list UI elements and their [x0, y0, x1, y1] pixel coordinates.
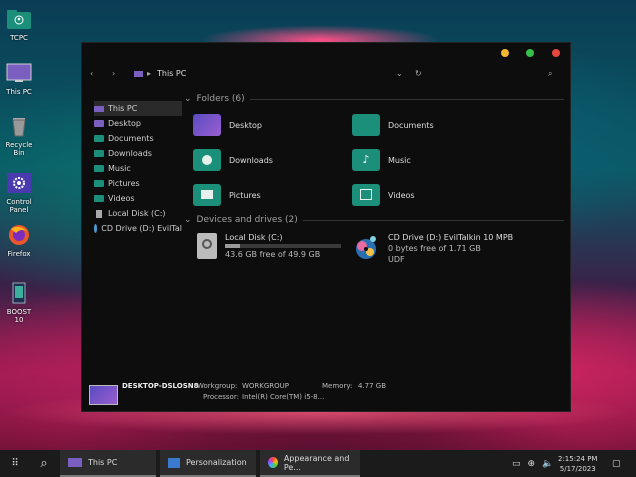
- taskbar: ⠿ ⌕ This PC Personalization Appearance a…: [0, 450, 636, 477]
- close-button[interactable]: [552, 49, 560, 57]
- pictures-folder-icon: [193, 184, 221, 206]
- folder-icon: [94, 165, 104, 172]
- desktop-icon-tcpc[interactable]: TCPC: [2, 8, 36, 42]
- workgroup-value: WORKGROUP: [242, 382, 290, 390]
- folder-documents[interactable]: Documents: [352, 114, 434, 136]
- folder-videos[interactable]: Videos: [352, 184, 415, 206]
- folder-pictures[interactable]: Pictures: [193, 184, 261, 206]
- taskbar-app-this-pc[interactable]: This PC: [60, 450, 156, 477]
- desktop-icon-control-panel[interactable]: Control Panel: [2, 172, 36, 214]
- search-icon[interactable]: ⌕: [34, 450, 54, 477]
- gear-icon: [7, 173, 31, 193]
- chevron-down-icon: ⌄: [184, 215, 192, 225]
- downloads-folder-icon: [193, 149, 221, 171]
- drive-icon: [96, 209, 102, 218]
- navigation-pane: This PC Desktop Documents Downloads Musi…: [94, 101, 182, 236]
- section-divider: [249, 98, 564, 100]
- color-wheel-icon: [268, 457, 278, 468]
- sidebar-item-this-pc[interactable]: This PC: [94, 101, 182, 116]
- monitor-icon: [94, 105, 104, 112]
- sidebar-item-videos[interactable]: Videos: [94, 191, 182, 206]
- taskbar-app-personalization[interactable]: Personalization: [160, 450, 256, 477]
- details-pane: DESKTOP-DSLOSN8 Workgroup: WORKGROUP Mem…: [82, 381, 570, 411]
- desktop-icon-label: Firefox: [7, 250, 31, 258]
- sidebar-item-documents[interactable]: Documents: [94, 131, 182, 146]
- desktop-icon-label: BOOST 10: [6, 308, 32, 324]
- desktop-folder-icon: [193, 114, 221, 136]
- section-divider: [302, 219, 564, 221]
- computer-icon: [89, 385, 118, 405]
- trash-icon: [12, 118, 26, 137]
- content-pane: ⌄ Folders (6) Desktop Documents Download…: [182, 93, 570, 381]
- drives-section-header[interactable]: ⌄ Devices and drives (2): [184, 215, 564, 225]
- documents-folder-icon: [352, 114, 380, 136]
- drive-cd[interactable]: CD Drive (D:) EvilTalkin 10 MPB 0 bytes …: [352, 233, 513, 264]
- disk-usage-fill: [225, 244, 241, 248]
- volume-icon[interactable]: 🔈: [542, 459, 553, 469]
- window-controls: [486, 49, 560, 59]
- folder-icon: [94, 180, 104, 187]
- address-text[interactable]: This PC: [157, 69, 186, 78]
- folder-icon: [94, 195, 104, 202]
- monitor-icon: [68, 458, 82, 467]
- desktop-icon-firefox[interactable]: Firefox: [2, 224, 36, 258]
- back-icon[interactable]: ‹: [90, 69, 93, 78]
- disk-usage-bar: [225, 244, 341, 248]
- folders-section-header[interactable]: ⌄ Folders (6): [184, 94, 564, 104]
- videos-folder-icon: [352, 184, 380, 206]
- drive-local-disk[interactable]: Local Disk (C:) 43.6 GB free of 49.9 GB: [197, 233, 341, 259]
- firefox-icon: [9, 225, 29, 245]
- desktop-icon-label: This PC: [6, 88, 32, 96]
- chevron-down-icon: ⌄: [184, 94, 192, 104]
- desktop-icon-boost[interactable]: BOOST 10: [2, 282, 36, 324]
- folder-desktop[interactable]: Desktop: [193, 114, 262, 136]
- monitor-icon: [6, 63, 32, 82]
- music-folder-icon: ♪: [352, 149, 380, 171]
- boost-icon: [12, 282, 26, 304]
- hard-drive-icon: [197, 233, 217, 259]
- chevron-down-icon[interactable]: ⌄: [396, 69, 403, 78]
- desktop-icon-label: Recycle Bin: [5, 141, 33, 157]
- refresh-icon[interactable]: ↻: [415, 69, 422, 78]
- maximize-button[interactable]: [526, 49, 535, 57]
- folder-icon: [94, 135, 104, 142]
- folder-icon: [94, 150, 104, 157]
- desktop-folder-icon: [94, 120, 104, 127]
- folder-music[interactable]: ♪ Music: [352, 149, 411, 171]
- notification-icon[interactable]: ▢: [612, 450, 621, 477]
- desktop-icon-label: TCPC: [10, 34, 28, 42]
- computer-name: DESKTOP-DSLOSN8: [122, 382, 199, 390]
- sidebar-item-cd-drive[interactable]: CD Drive (D:) EvilTal: [94, 221, 182, 236]
- personalization-icon: [168, 457, 180, 468]
- system-tray: ▭ ⊕ 🔈: [512, 450, 553, 477]
- explorer-window: ‹ › ▸ This PC ⌄ ↻ ⌕ This PC Desktop Docu…: [81, 42, 571, 412]
- separator-icon: ▸: [147, 69, 152, 78]
- globe-icon[interactable]: ⊕: [528, 459, 536, 469]
- clock[interactable]: 2:15:24 PM 5/17/2023: [558, 450, 597, 477]
- sidebar-item-downloads[interactable]: Downloads: [94, 146, 182, 161]
- sidebar-item-local-disk[interactable]: Local Disk (C:): [94, 206, 182, 221]
- taskbar-app-appearance[interactable]: Appearance and Pe...: [260, 450, 360, 477]
- sidebar-item-music[interactable]: Music: [94, 161, 182, 176]
- processor-value: Intel(R) Core(TM) i5-8...: [242, 393, 325, 401]
- desktop-icon-this-pc[interactable]: This PC: [2, 62, 36, 96]
- forward-icon[interactable]: ›: [112, 69, 115, 78]
- search-icon[interactable]: ⌕: [548, 69, 552, 79]
- network-icon[interactable]: ▭: [512, 459, 521, 469]
- minimize-button[interactable]: [500, 49, 509, 57]
- address-bar: ‹ › ▸ This PC ⌄ ↻ ⌕: [82, 69, 570, 83]
- memory-value: 4.77 GB: [358, 382, 387, 390]
- desktop-icon-label: Control Panel: [6, 198, 32, 214]
- this-pc-small-icon: [134, 71, 143, 77]
- user-folder-icon: [7, 10, 31, 29]
- desktop-icon-recycle-bin[interactable]: Recycle Bin: [2, 115, 36, 157]
- sidebar-item-pictures[interactable]: Pictures: [94, 176, 182, 191]
- folder-downloads[interactable]: Downloads: [193, 149, 273, 171]
- start-grid-icon[interactable]: ⠿: [8, 450, 22, 477]
- cd-drive-icon: [356, 236, 376, 259]
- disc-icon: [94, 224, 98, 233]
- sidebar-item-desktop[interactable]: Desktop: [94, 116, 182, 131]
